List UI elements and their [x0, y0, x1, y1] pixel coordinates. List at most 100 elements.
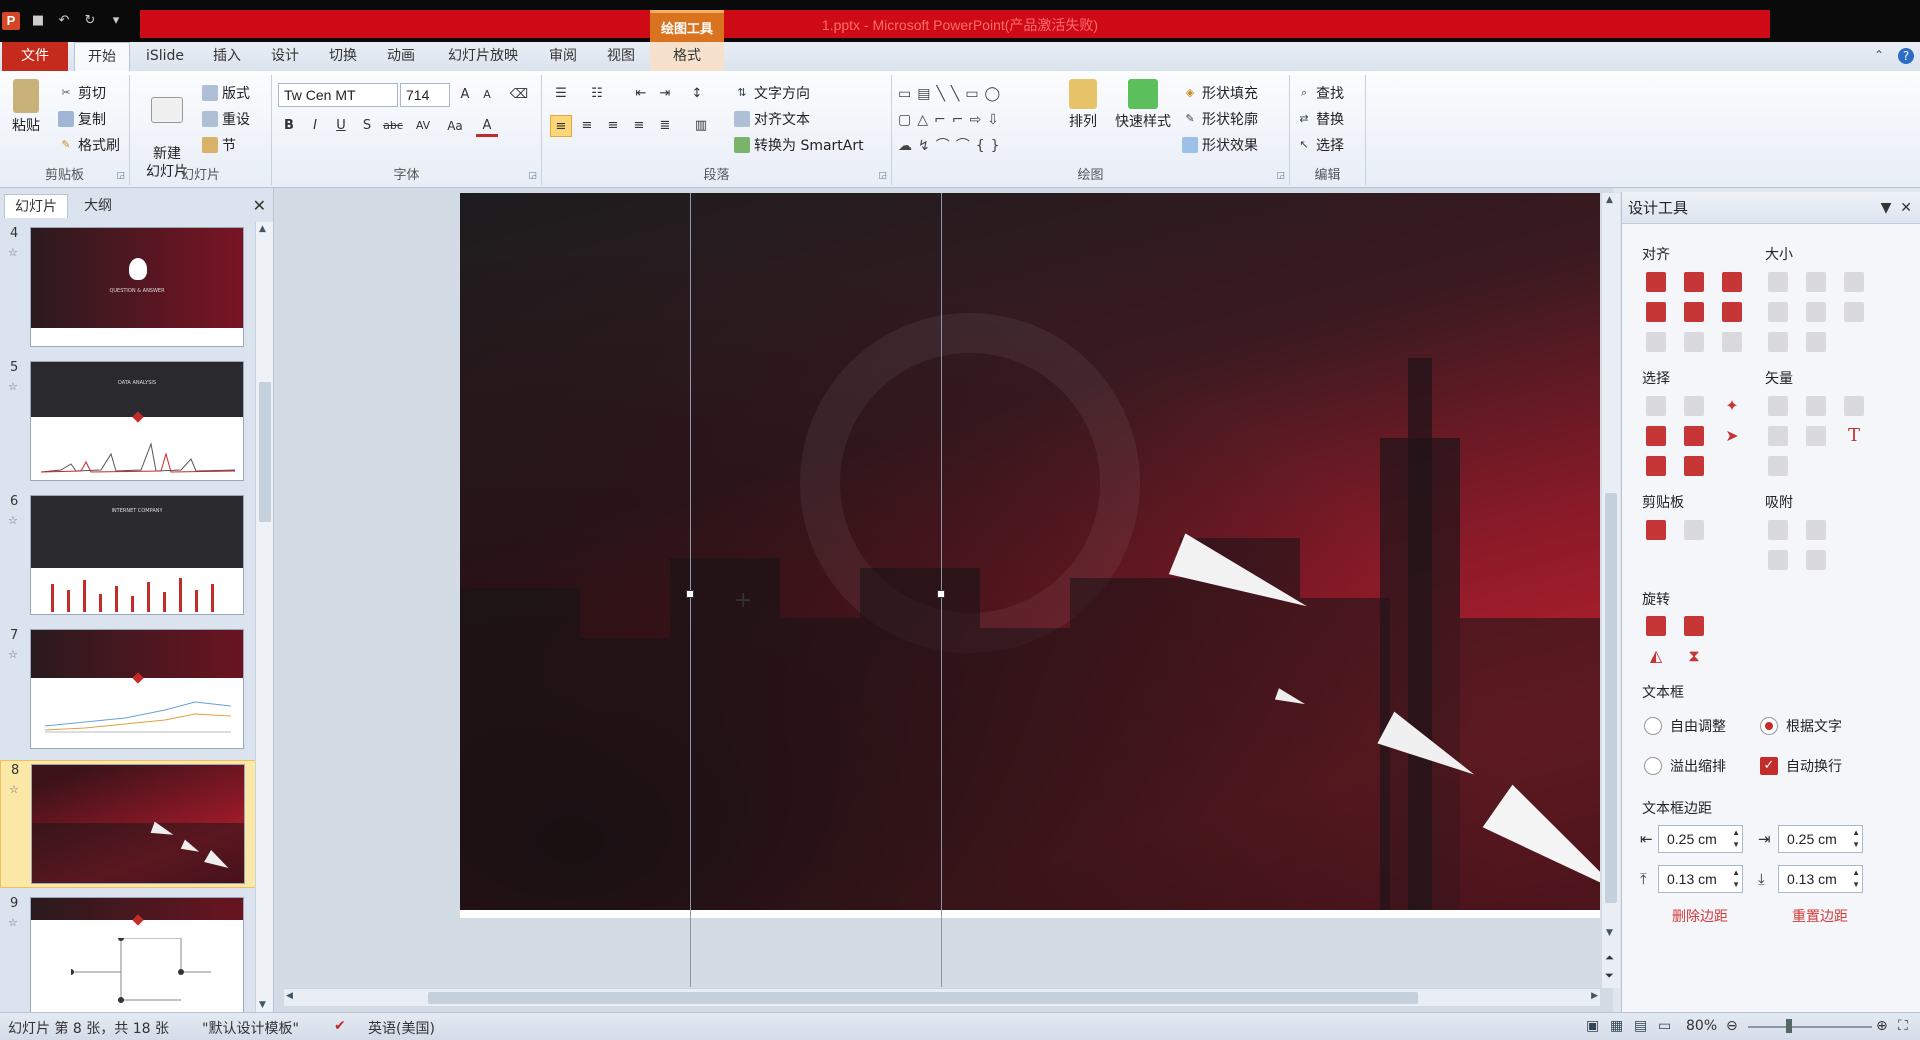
grow-font-icon[interactable]: A: [454, 84, 476, 106]
snap-icon[interactable]: [1768, 550, 1788, 570]
drawing-launcher-icon[interactable]: ◲: [1276, 171, 1285, 181]
tab-slideshow[interactable]: 幻灯片放映: [438, 42, 528, 71]
scroll-up-icon[interactable]: ▲: [259, 224, 266, 234]
align-top-icon[interactable]: [1646, 302, 1666, 322]
reset-button[interactable]: 重设: [202, 109, 250, 129]
paste-button[interactable]: 粘贴: [6, 79, 46, 135]
minimize-ribbon-icon[interactable]: ⌃: [1874, 48, 1884, 64]
align-middle-icon[interactable]: [1684, 302, 1704, 322]
change-case-icon[interactable]: Aa: [444, 115, 466, 137]
size-icon[interactable]: [1844, 302, 1864, 322]
delete-margins-link[interactable]: 删除边距: [1672, 906, 1728, 926]
copy-format-icon[interactable]: [1646, 520, 1666, 540]
flip-horizontal-icon[interactable]: ◭: [1646, 646, 1666, 666]
font-size-combo[interactable]: 714: [400, 83, 450, 107]
zoom-out-icon[interactable]: ⊖: [1726, 1018, 1738, 1034]
quick-styles-button[interactable]: 快速样式: [1110, 79, 1176, 131]
size-icon[interactable]: [1806, 302, 1826, 322]
select-layer-icon[interactable]: [1684, 456, 1704, 476]
scroll-right-icon[interactable]: ▶: [1591, 991, 1598, 1001]
size-icon[interactable]: [1806, 332, 1826, 352]
align-bottom-icon[interactable]: [1722, 302, 1742, 322]
decrease-indent-icon[interactable]: ⇤: [630, 83, 652, 105]
resize-handle-right[interactable]: [937, 590, 945, 598]
underline-icon[interactable]: U: [330, 115, 352, 137]
char-spacing-icon[interactable]: AV: [412, 115, 434, 137]
clipboard-launcher-icon[interactable]: ◲: [116, 171, 125, 181]
thumbnail-5[interactable]: 5 ☆ DATA ANALYSIS: [0, 358, 256, 486]
shape-fill-button[interactable]: ◈ 形状填充: [1182, 83, 1258, 103]
justify-icon[interactable]: ≡: [628, 115, 650, 137]
convert-smartart-button[interactable]: 转换为 SmartArt: [734, 135, 864, 155]
spell-check-icon[interactable]: ✔: [334, 1018, 346, 1034]
theme-name-status[interactable]: "默认设计模板": [202, 1018, 299, 1038]
align-center-icon[interactable]: ≡: [576, 115, 598, 137]
left-margin-input[interactable]: 0.25 cm ▲ ▼: [1658, 825, 1743, 853]
thumbnail-scrollbar[interactable]: ▲ ▼: [255, 222, 273, 1012]
tab-view[interactable]: 视图: [598, 42, 644, 71]
scroll-thumb[interactable]: [428, 992, 1418, 1004]
size-icon[interactable]: [1768, 332, 1788, 352]
text-direction-button[interactable]: ⇅ 文字方向: [734, 83, 810, 103]
layout-button[interactable]: 版式: [202, 83, 250, 103]
top-margin-input[interactable]: 0.13 cm ▲ ▼: [1658, 865, 1743, 893]
same-width-icon[interactable]: [1768, 272, 1788, 292]
scroll-up-icon[interactable]: ▲: [1606, 195, 1613, 205]
bold-icon[interactable]: B: [278, 115, 300, 137]
scroll-thumb[interactable]: [1605, 493, 1617, 903]
line-spacing-icon[interactable]: ↕: [686, 83, 708, 105]
copy-button[interactable]: 复制: [58, 109, 106, 129]
columns-icon[interactable]: ▥: [690, 115, 712, 137]
select-back-icon[interactable]: [1684, 426, 1704, 446]
tab-animations[interactable]: 动画: [378, 42, 424, 71]
align-center-icon[interactable]: [1684, 272, 1704, 292]
pointer-icon[interactable]: ➤: [1722, 426, 1742, 446]
zoom-in-icon[interactable]: ⊕: [1876, 1018, 1888, 1034]
select-same-icon[interactable]: [1646, 396, 1666, 416]
shadow-icon[interactable]: S: [356, 115, 378, 137]
slide-sorter-icon[interactable]: ▦: [1610, 1018, 1623, 1034]
scroll-left-icon[interactable]: ◀: [286, 991, 293, 1001]
help-icon[interactable]: ?: [1898, 48, 1914, 64]
size-icon[interactable]: [1768, 302, 1788, 322]
same-size-icon[interactable]: [1844, 272, 1864, 292]
current-slide[interactable]: [460, 193, 1600, 918]
vector-combine-icon[interactable]: [1806, 396, 1826, 416]
align-left-icon[interactable]: [1646, 272, 1666, 292]
canvas-vertical-scrollbar[interactable]: ▲ ▼ ⏶ ⏷: [1602, 193, 1620, 988]
magic-wand-icon[interactable]: ✦: [1722, 396, 1742, 416]
distribute-vertical-icon[interactable]: [1684, 332, 1704, 352]
format-painter-button[interactable]: ✎ 格式刷: [58, 135, 120, 155]
distribute-horizontal-icon[interactable]: [1646, 332, 1666, 352]
vector-union-icon[interactable]: [1768, 396, 1788, 416]
tab-file[interactable]: 文件: [2, 42, 68, 71]
language-status[interactable]: 英语(美国): [368, 1018, 435, 1038]
vector-fragment-icon[interactable]: [1844, 396, 1864, 416]
resize-handle-left[interactable]: [686, 590, 694, 598]
tab-slides[interactable]: 幻灯片: [4, 194, 68, 218]
arrange-button[interactable]: 排列: [1062, 79, 1104, 131]
shape-outline-button[interactable]: ✎ 形状轮廓: [1182, 109, 1258, 129]
right-margin-input[interactable]: 0.25 cm ▲ ▼: [1778, 825, 1863, 853]
select-similar-icon[interactable]: [1684, 396, 1704, 416]
strikethrough-icon[interactable]: abc: [382, 115, 404, 137]
snap-icon[interactable]: [1806, 520, 1826, 540]
close-pane-icon[interactable]: ✕: [253, 196, 266, 215]
thumbnail-7[interactable]: 7 ☆: [0, 626, 256, 754]
spinner-arrows-icon[interactable]: ▲ ▼: [1852, 867, 1860, 891]
reset-margins-link[interactable]: 重置边距: [1792, 906, 1848, 926]
reading-view-icon[interactable]: ▤: [1634, 1018, 1647, 1034]
shapes-gallery[interactable]: ▭▤╲╲▭◯ ▢△⌐⌐⇨⇩ ☁↯⌒⌒{}: [898, 81, 1058, 159]
spinner-arrows-icon[interactable]: ▲ ▼: [1732, 827, 1740, 851]
section-button[interactable]: 节: [202, 135, 236, 155]
rotate-left-icon[interactable]: [1646, 616, 1666, 636]
align-right-icon[interactable]: [1722, 272, 1742, 292]
italic-icon[interactable]: I: [304, 115, 326, 137]
snap-icon[interactable]: [1768, 520, 1788, 540]
zoom-slider-thumb[interactable]: [1786, 1019, 1792, 1033]
shrink-font-icon[interactable]: A: [476, 84, 498, 106]
normal-view-icon[interactable]: ▣: [1586, 1018, 1599, 1034]
distributed-icon[interactable]: ≣: [654, 115, 676, 137]
increase-indent-icon[interactable]: ⇥: [654, 83, 676, 105]
zoom-level[interactable]: 80%: [1686, 1018, 1717, 1034]
